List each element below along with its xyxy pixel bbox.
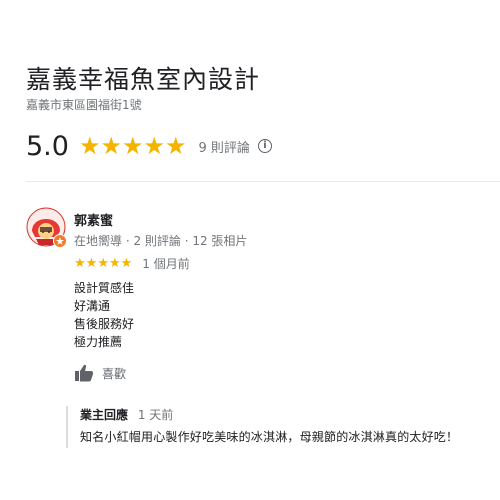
local-guide-badge-icon — [53, 234, 67, 248]
owner-reply-text: 知名小紅帽用心製作好吃美味的冰淇淋，母親節的冰淇淋真的太好吃！ — [80, 430, 459, 444]
reviewer-meta: 在地嚮導 · 2 則評論 · 12 張相片 — [74, 234, 248, 248]
star-icon: ★ — [121, 132, 144, 160]
review-line: 設計質感佳 — [74, 281, 135, 295]
place-address: 嘉義市東區園福街1號 — [26, 98, 142, 112]
owner-reply-label: 業主回應 — [80, 408, 129, 422]
star-icon: ★ — [108, 256, 121, 271]
star-icon: ★ — [165, 132, 187, 160]
review-line: 極力推薦 — [74, 335, 123, 349]
rating-score: 5.0 — [26, 130, 69, 162]
review-text: 設計質感佳 好溝通 售後服務好 極力推薦 — [74, 279, 134, 351]
reviewer-name[interactable]: 郭素蜜 — [74, 210, 113, 229]
star-icon: ★ — [100, 132, 122, 160]
thumbs-up-icon — [75, 364, 94, 382]
divider — [26, 181, 500, 182]
review-stars: ★ ★ ★ ★ ★ — [74, 257, 132, 270]
review-rating: ★ ★ ★ ★ ★ 1 個月前 — [74, 255, 190, 272]
review-line: 售後服務好 — [74, 317, 135, 331]
reviewer-avatar[interactable] — [26, 207, 67, 248]
star-icon: ★ — [85, 256, 98, 271]
review-line: 好溝通 — [74, 299, 111, 313]
owner-reply-header: 業主回應 1 天前 — [80, 406, 500, 423]
star-icon: ★ — [120, 256, 133, 271]
star-icon: ★ — [97, 256, 109, 271]
review-time: 1 個月前 — [142, 257, 190, 271]
like-button[interactable]: 喜歡 — [74, 364, 126, 382]
star-icon: ★ — [143, 132, 166, 160]
owner-reply: 業主回應 1 天前 知名小紅帽用心製作好吃美味的冰淇淋，母親節的冰淇淋真的太好吃… — [66, 406, 500, 448]
like-label: 喜歡 — [102, 366, 127, 381]
rating-summary: 5.0 ★ ★ ★ ★ ★ 9 則評論 i — [26, 128, 272, 164]
info-icon[interactable]: i — [257, 139, 272, 153]
owner-reply-time: 1 天前 — [137, 408, 174, 422]
rating-stars: ★ ★ ★ ★ ★ — [79, 134, 187, 158]
star-icon: ★ — [78, 132, 101, 160]
review-count-link[interactable]: 9 則評論 — [199, 137, 250, 156]
star-icon: ★ — [74, 256, 86, 271]
place-title: 嘉義幸福魚室內設計 — [26, 65, 261, 94]
